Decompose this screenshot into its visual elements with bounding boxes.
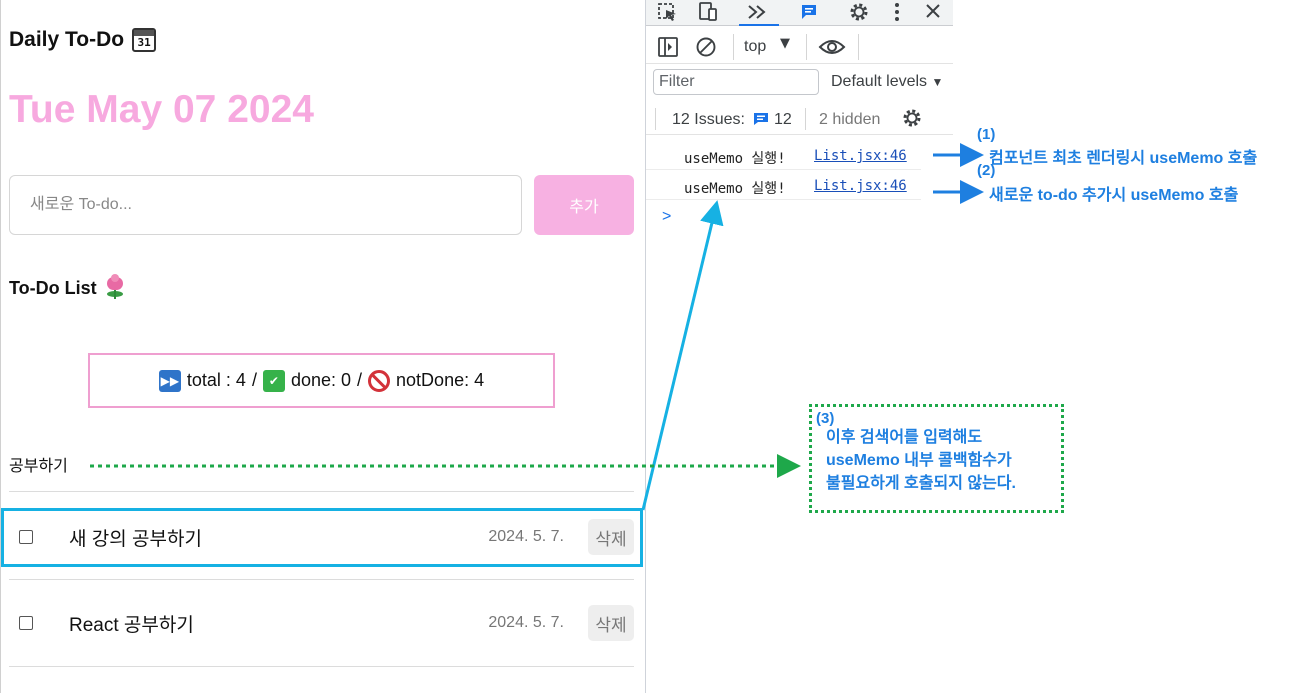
- list-heading: To-Do List: [9, 274, 125, 299]
- tulip-icon: [105, 274, 125, 299]
- console-message: useMemo 실행! List.jsx:46: [646, 172, 921, 200]
- more-options-icon[interactable]: [890, 1, 904, 23]
- add-button[interactable]: 추가: [534, 175, 634, 235]
- search-input[interactable]: [9, 450, 409, 478]
- console-message-text: useMemo 실행!: [684, 181, 786, 197]
- divider: [9, 666, 634, 667]
- toolbar-divider: [805, 108, 806, 130]
- todo-item: React 공부하기 2024. 5. 7. 삭제: [9, 598, 634, 648]
- highlight-new-todo: [1, 508, 643, 567]
- divider: [9, 579, 634, 580]
- annotation-1-number: (1): [977, 126, 996, 143]
- app-header: Daily To-Do 31: [9, 28, 157, 52]
- hidden-count: 2 hidden: [819, 111, 881, 128]
- context-select[interactable]: top: [744, 38, 766, 56]
- current-date: Tue May 07 2024: [9, 88, 314, 131]
- divider: [9, 491, 634, 492]
- annotation-3-line: 불필요하게 호출되지 않는다.: [826, 475, 1016, 492]
- todo-checkbox[interactable]: [19, 616, 33, 630]
- chevron-double-right-icon[interactable]: [746, 3, 768, 21]
- stats-total: total : 4: [186, 370, 246, 390]
- console-prompt[interactable]: >: [662, 208, 671, 226]
- console-toolbar: top ▼: [646, 30, 953, 64]
- device-toolbar-icon[interactable]: [697, 2, 719, 22]
- live-expression-eye-icon[interactable]: [818, 38, 846, 56]
- toolbar-divider: [655, 108, 656, 130]
- stats-not-done: notDone: 4: [396, 370, 485, 390]
- stats-done: done: 0: [290, 370, 352, 390]
- devtools-tab-bar: [646, 0, 953, 26]
- devtools-panel: top ▼ Filter Default levels ▼ 12 Issues:…: [645, 0, 953, 693]
- close-icon[interactable]: [924, 2, 942, 20]
- log-levels-label: Default levels: [831, 73, 928, 90]
- delete-button[interactable]: 삭제: [588, 605, 634, 641]
- console-source-link[interactable]: List.jsx:46: [814, 178, 907, 194]
- issues-label[interactable]: 12 Issues:: [672, 111, 745, 129]
- calendar-icon: 31: [132, 28, 157, 52]
- issues-icon: [754, 113, 768, 125]
- settings-gear-icon[interactable]: [848, 1, 870, 23]
- prohibited-icon: [368, 369, 391, 392]
- console-source-link[interactable]: List.jsx:46: [814, 148, 907, 164]
- todo-app: Daily To-Do 31 Tue May 07 2024 추가 To-Do …: [0, 0, 645, 693]
- console-filter-input[interactable]: Filter: [653, 69, 819, 95]
- stats-box: ▶▶ total : 4 / ✔ done: 0 / notDone: 4: [88, 353, 555, 408]
- caret-down-icon[interactable]: ▼: [780, 36, 790, 51]
- toolbar-divider: [733, 34, 734, 60]
- console-settings-gear-icon[interactable]: [901, 107, 923, 129]
- annotation-3-text: 이후 검색어를 입력해도 useMemo 내부 콜백함수가 불필요하게 호출되지…: [826, 426, 1016, 495]
- annotation-2-number: (2): [977, 162, 996, 179]
- todo-date: 2024. 5. 7.: [488, 614, 564, 631]
- stats-separator: /: [251, 370, 257, 390]
- issues-icon[interactable]: [800, 4, 818, 20]
- console-message: useMemo 실행! List.jsx:46: [646, 142, 921, 170]
- app-title: Daily To-Do: [9, 28, 125, 51]
- todo-content: React 공부하기: [69, 614, 194, 636]
- issues-bar: 12 Issues: 12 2 hidden: [646, 103, 953, 135]
- fast-forward-icon: ▶▶: [158, 369, 181, 392]
- new-todo-input[interactable]: [9, 175, 522, 235]
- log-levels-dropdown[interactable]: Default levels ▼: [831, 73, 943, 91]
- annotation-3-line: useMemo 내부 콜백함수가: [826, 452, 1012, 469]
- annotation-1-text: 컴포넌트 최초 렌더링시 useMemo 호출: [989, 150, 1258, 167]
- toolbar-divider: [858, 34, 859, 60]
- annotation-3-number: (3): [816, 410, 835, 427]
- clear-console-icon[interactable]: [695, 36, 717, 58]
- annotation-2-text: 새로운 to-do 추가시 useMemo 호출: [989, 187, 1239, 204]
- toolbar-divider: [806, 34, 807, 60]
- console-message-text: useMemo 실행!: [684, 151, 786, 167]
- stats-separator: /: [357, 370, 363, 390]
- list-heading-label: To-Do List: [9, 277, 97, 298]
- inspect-element-icon[interactable]: [657, 2, 679, 22]
- sidebar-toggle-icon[interactable]: [657, 36, 679, 58]
- annotation-3-line: 이후 검색어를 입력해도: [826, 429, 983, 446]
- issues-count: 12: [774, 111, 792, 128]
- check-mark-icon: ✔: [262, 369, 285, 392]
- caret-down-icon: ▼: [931, 75, 944, 89]
